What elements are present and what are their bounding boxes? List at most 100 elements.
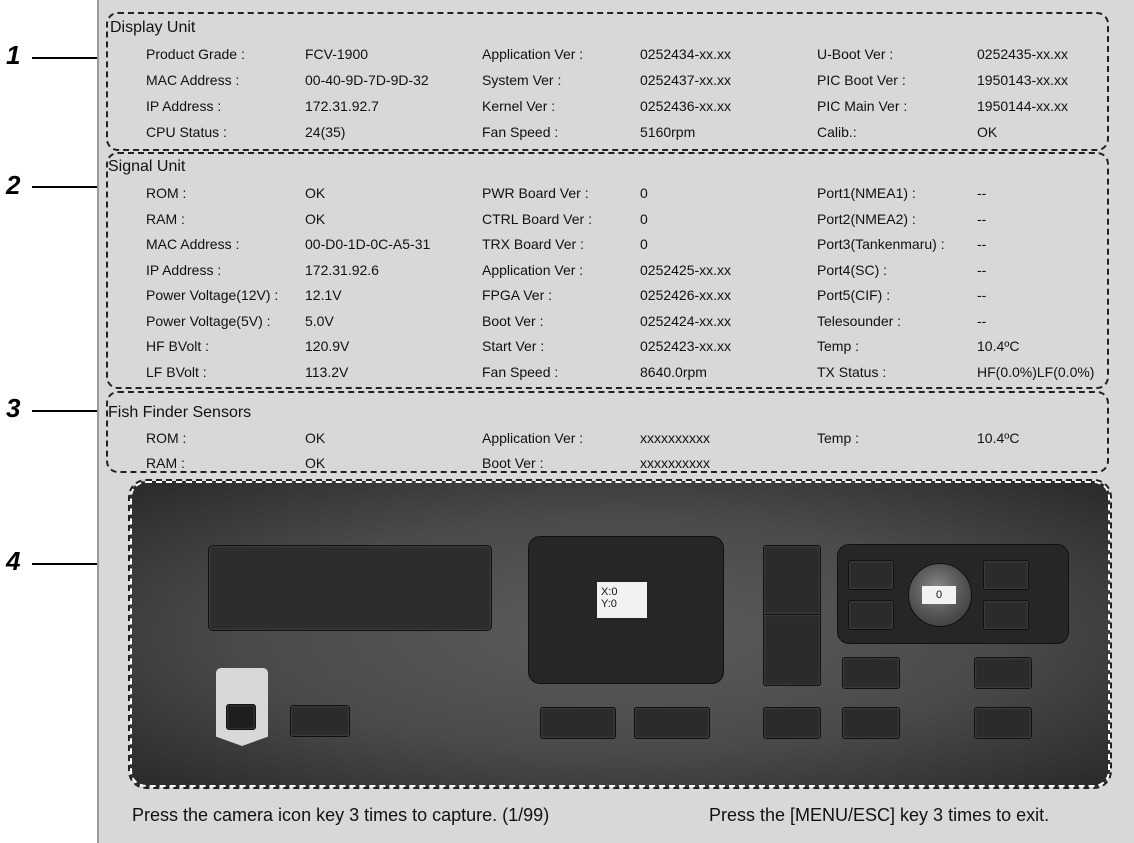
- signal-unit-value: --: [977, 261, 987, 278]
- signal-unit-value: --: [977, 236, 987, 252]
- callout-1: 1: [6, 40, 21, 70]
- fish-finder-title: Fish Finder Sensors: [108, 404, 252, 421]
- rocker-key-up[interactable]: [763, 545, 821, 615]
- signal-unit-label: Port2(NMEA2) :: [817, 210, 916, 227]
- capture-instruction: Press the camera icon key 3 times to cap…: [132, 805, 550, 825]
- signal-unit-label: PWR Board Ver :: [482, 185, 589, 201]
- signal-unit-label: Port3(Tankenmaru) :: [817, 236, 945, 252]
- signal-unit-value: 0: [640, 236, 648, 252]
- signal-unit-label: FPGA Ver :: [482, 287, 553, 303]
- knob-key-top-left[interactable]: [848, 560, 894, 590]
- display-unit-label: U-Boot Ver :: [817, 46, 894, 62]
- signal-unit-value: 10.4ºC: [977, 338, 1020, 354]
- fish-finder-label: Boot Ver :: [482, 455, 544, 471]
- display-unit-value: 0252435-xx.xx: [977, 46, 1069, 62]
- display-unit-value: 172.31.92.7: [305, 98, 379, 114]
- rocker-bottom-key[interactable]: [763, 707, 821, 739]
- signal-unit-label: Port1(NMEA1) :: [817, 185, 916, 201]
- knob-cluster: 0: [837, 544, 1069, 644]
- knob-key-top-right[interactable]: [983, 560, 1029, 590]
- display-unit-value: 1950143-xx.xx: [977, 72, 1069, 88]
- signal-unit-label: HF BVolt :: [146, 338, 210, 354]
- rocker-key-down[interactable]: [763, 614, 821, 686]
- trackpad[interactable]: X:0 Y:0: [528, 536, 724, 684]
- signal-unit-label: Port4(SC) :: [817, 261, 888, 278]
- display-unit-label: Fan Speed :: [482, 124, 559, 140]
- power-key-housing: [216, 668, 268, 746]
- camera-key[interactable]: [290, 705, 350, 737]
- display-unit-value: 00-40-9D-7D-9D-32: [305, 72, 429, 88]
- leader-line-2: [32, 186, 104, 188]
- display-unit-label: Calib.:: [817, 124, 857, 140]
- signal-unit-label: MAC Address :: [146, 236, 240, 252]
- display-unit-label: Application Ver :: [482, 46, 584, 62]
- signal-unit-label: CTRL Board Ver :: [482, 210, 592, 227]
- display-unit-title: Display Unit: [110, 19, 196, 36]
- trackpad-x-value: X:0: [601, 586, 618, 598]
- knob-lower-left-key[interactable]: [842, 657, 900, 689]
- signal-unit-label: Temp :: [817, 338, 860, 354]
- fish-finder-section: [106, 391, 1109, 473]
- fish-finder-label: Temp :: [817, 430, 860, 446]
- bottom-key-mid[interactable]: [842, 707, 900, 739]
- signal-unit-value: 0252425-xx.xx: [640, 261, 732, 278]
- signal-unit-label: Start Ver :: [482, 338, 545, 354]
- display-unit-label: Product Grade :: [146, 46, 245, 62]
- display-window: [208, 545, 492, 631]
- signal-unit-value: 0252426-xx.xx: [640, 287, 732, 303]
- knob-key-bottom-right[interactable]: [983, 600, 1029, 630]
- signal-unit-label: Power Voltage(5V) :: [146, 312, 271, 329]
- fish-finder-value: OK: [305, 430, 326, 446]
- signal-unit-value: 0252424-xx.xx: [640, 312, 732, 329]
- fish-finder-value: xxxxxxxxxx: [640, 455, 710, 471]
- signal-unit-value: 8640.0rpm: [640, 363, 707, 380]
- signal-unit-label: ROM :: [146, 185, 187, 201]
- signal-unit-value: --: [977, 287, 987, 303]
- signal-unit-value: --: [977, 210, 987, 227]
- display-unit-value: 1950144-xx.xx: [977, 98, 1069, 114]
- callout-2: 2: [6, 170, 21, 200]
- callout-3: 3: [6, 393, 21, 423]
- signal-unit-value: --: [977, 312, 987, 329]
- signal-unit-label: Telesounder :: [817, 312, 902, 329]
- display-unit-label: CPU Status :: [146, 124, 227, 140]
- knob-lower-right-key[interactable]: [974, 657, 1032, 689]
- fish-finder-value: xxxxxxxxxx: [640, 430, 710, 446]
- display-unit-value: FCV-1900: [305, 46, 369, 62]
- signal-unit-value: OK: [305, 185, 326, 201]
- fish-finder-label: RAM :: [146, 455, 185, 471]
- display-unit-section: [106, 12, 1109, 151]
- signal-unit-value: --: [977, 185, 987, 201]
- signal-unit-label: Port5(CIF) :: [817, 287, 891, 303]
- signal-unit-value: HF(0.0%)LF(0.0%): [977, 363, 1095, 380]
- display-unit-label: MAC Address :: [146, 72, 240, 88]
- display-unit-label: Kernel Ver :: [482, 98, 556, 114]
- function-key-1[interactable]: [540, 707, 616, 739]
- exit-instruction: Press the [MENU/ESC] key 3 times to exit…: [709, 805, 1050, 825]
- signal-unit-value: 0252423-xx.xx: [640, 338, 732, 354]
- display-unit-label: PIC Main Ver :: [817, 98, 908, 114]
- signal-unit-label: IP Address :: [146, 261, 222, 278]
- fish-finder-value: OK: [305, 455, 326, 471]
- display-unit-value: OK: [977, 124, 998, 140]
- knob-value: 0: [922, 586, 956, 604]
- menu-esc-key[interactable]: [974, 707, 1032, 739]
- signal-unit-label: Fan Speed :: [482, 363, 559, 380]
- fish-finder-value: 10.4ºC: [977, 430, 1020, 446]
- signal-unit-title: Signal Unit: [108, 158, 186, 175]
- signal-unit-value: 120.9V: [305, 338, 350, 354]
- signal-unit-value: 12.1V: [305, 287, 342, 303]
- fish-finder-label: Application Ver :: [482, 430, 584, 446]
- signal-unit-label: Power Voltage(12V) :: [146, 287, 279, 303]
- signal-unit-value: 0: [640, 185, 648, 201]
- signal-unit-value: 0: [640, 210, 648, 227]
- display-unit-value: 0252434-xx.xx: [640, 46, 732, 62]
- power-key[interactable]: [226, 704, 256, 730]
- rotary-knob[interactable]: 0: [908, 563, 972, 627]
- signal-unit-value: 5.0V: [305, 312, 334, 329]
- knob-key-bottom-left[interactable]: [848, 600, 894, 630]
- signal-unit-value: OK: [305, 210, 326, 227]
- function-key-2[interactable]: [634, 707, 710, 739]
- display-unit-label: PIC Boot Ver :: [817, 72, 906, 88]
- signal-unit-label: Application Ver :: [482, 261, 584, 278]
